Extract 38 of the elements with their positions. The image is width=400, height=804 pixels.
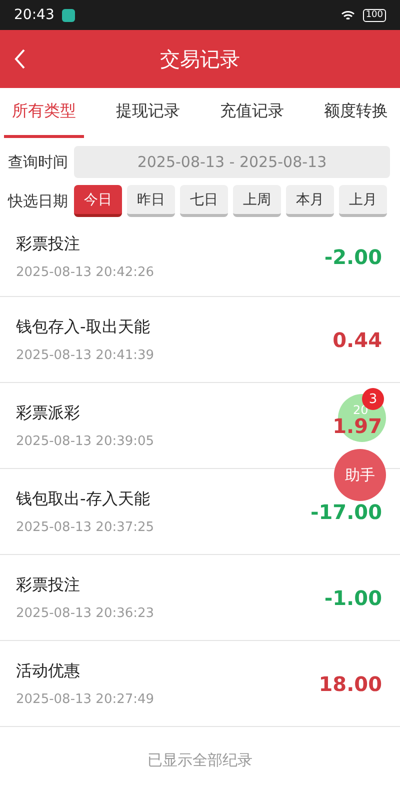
date-option[interactable]: 上月 (339, 185, 387, 217)
record-amount: -2.00 (324, 245, 382, 269)
record-title: 彩票投注 (16, 574, 81, 596)
record-time: 2025-08-13 20:37:25 (16, 520, 156, 534)
field-label: 快选日期 (8, 192, 68, 210)
record-amount: 18.00 (318, 672, 382, 696)
list-end-text: 已显示全部纪录 (146, 751, 254, 770)
record-amount: -17.00 (310, 500, 382, 524)
tab[interactable]: 所有类型 (4, 88, 84, 138)
back-icon[interactable] (14, 49, 26, 69)
battery-icon: 100 (362, 8, 386, 22)
date-option[interactable]: 上周 (233, 185, 281, 217)
tab[interactable]: 充值记录 (212, 88, 292, 138)
record-title: 钱包取出-存入天能 (16, 488, 151, 510)
tab[interactable]: 提现记录 (108, 88, 188, 138)
date-option[interactable]: 七日 (180, 185, 228, 217)
chat-icon (62, 8, 76, 22)
field-label: 查询时间 (8, 152, 68, 172)
record-title: 彩票派彩 (16, 402, 81, 424)
record-amount: 1.97 (332, 416, 382, 436)
record-time: 2025-08-13 20:39:05 (16, 434, 156, 448)
record-time: 2025-08-13 20:27:49 (16, 692, 156, 706)
record-title: 钱包存入-取出天能 (16, 316, 151, 338)
date-option[interactable]: 今日 (74, 185, 122, 217)
wifi-icon (340, 10, 355, 20)
record-title: 彩票投注 (16, 234, 81, 255)
assistant-button[interactable]: 助手 (334, 449, 386, 501)
page-title: 交易记录 (159, 46, 241, 72)
record-time: 2025-08-13 20:41:39 (16, 348, 156, 362)
date-option[interactable]: 昨日 (127, 185, 175, 217)
tab[interactable]: 额度转换 (316, 88, 396, 138)
date-option[interactable]: 本月 (286, 185, 334, 217)
record-amount: 0.44 (332, 328, 382, 352)
status-time: 20:43 (14, 7, 54, 23)
record-time: 2025-08-13 20:42:26 (16, 265, 156, 280)
record-title: 活动优惠 (16, 660, 81, 682)
record-time: 2025-08-13 20:36:23 (16, 606, 156, 620)
record-amount: -1.00 (324, 586, 382, 610)
